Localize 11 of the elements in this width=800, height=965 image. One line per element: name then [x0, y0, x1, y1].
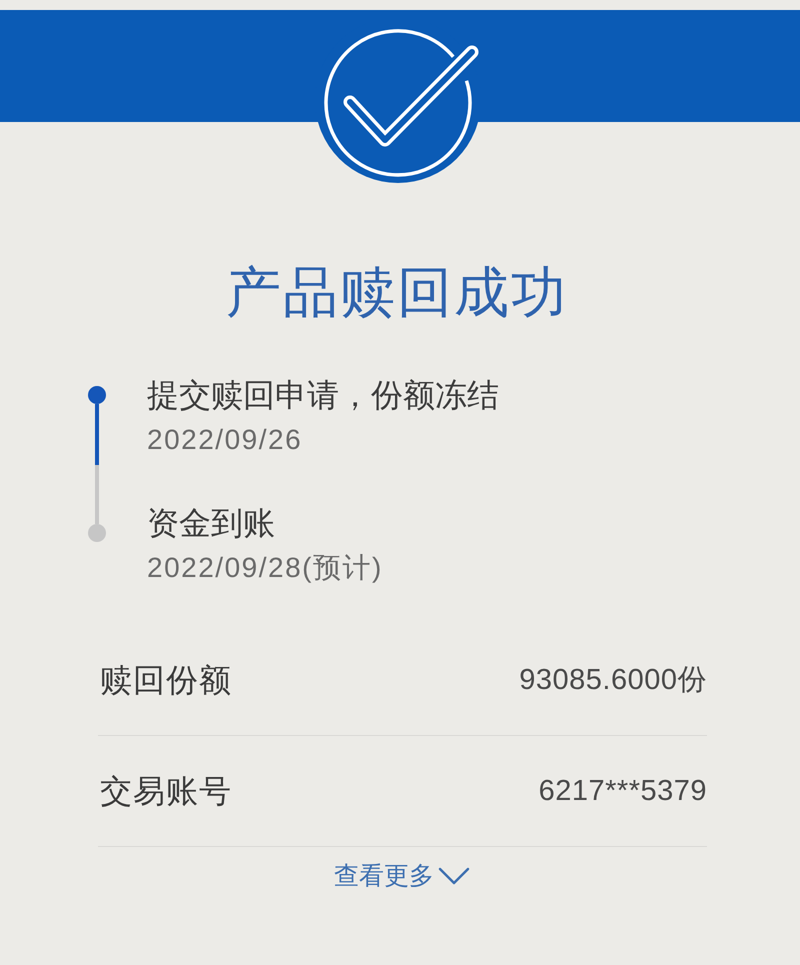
detail-value: 93085.6000份 — [519, 663, 707, 698]
step-date: 2022/09/28(预计) — [147, 551, 383, 585]
detail-label: 赎回份额 — [99, 661, 232, 700]
detail-label: 交易账号 — [99, 772, 232, 811]
page-title: 产品赎回成功 — [225, 260, 569, 325]
detail-value: 6217***5379 — [538, 774, 707, 809]
chevron-down-icon — [438, 867, 470, 885]
step-label: 资金到账 — [147, 504, 275, 543]
view-more-link[interactable]: 查看更多 — [334, 861, 470, 891]
step-date: 2022/09/26 — [147, 423, 302, 457]
step-label: 提交赎回申请，份额冻结 — [147, 376, 499, 415]
